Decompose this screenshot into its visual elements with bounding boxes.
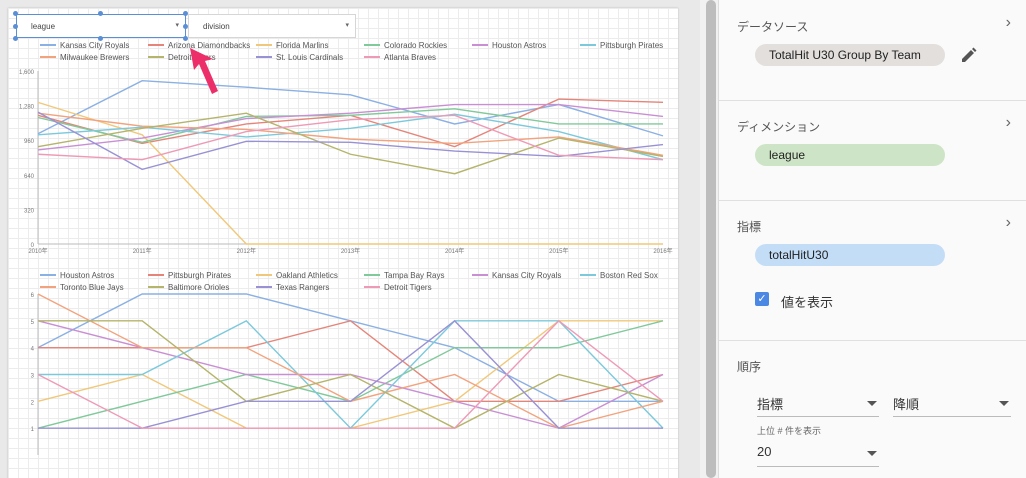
- dimension-title: ディメンション: [737, 120, 821, 134]
- metric-section: 指標 › totalHitU30 ✓ 値を表示: [719, 200, 1026, 341]
- dropdown-arrow-icon: ▾: [345, 22, 349, 29]
- legend-label: Atlanta Braves: [384, 53, 436, 62]
- legend-label: Tampa Bay Rays: [384, 271, 444, 280]
- y-tick-label: 2: [31, 400, 35, 406]
- dimension-section: ディメンション › league: [719, 100, 1026, 201]
- dropdown-arrow-icon: ▾: [175, 22, 179, 29]
- data-source-title: データソース: [737, 20, 809, 34]
- properties-panel: データソース › TotalHit U30 Group By Team ディメン…: [718, 0, 1026, 478]
- legend-label: Pittsburgh Pirates: [168, 271, 231, 280]
- metric-chip[interactable]: totalHitU30: [755, 244, 945, 266]
- legend-label: Colorado Rockies: [384, 41, 447, 50]
- order-section: 順序 指標 降順 上位 # 件を表示 20: [719, 340, 1026, 478]
- x-tick-label: 2013年: [341, 247, 360, 255]
- legend-label: Texas Rangers: [276, 283, 329, 292]
- series-line: [37, 108, 663, 144]
- y-tick-label: 6: [31, 293, 35, 299]
- edit-pencil-icon[interactable]: [959, 45, 979, 65]
- sort-field-value: 指標: [757, 397, 784, 412]
- legend-label: Oakland Athletics: [276, 271, 338, 280]
- chevron-right-icon[interactable]: ›: [1006, 114, 1011, 132]
- y-tick-label: 4: [31, 347, 35, 353]
- y-tick-label: 1: [31, 427, 35, 433]
- x-tick-label: 2012年: [237, 247, 256, 255]
- show-values-checkbox[interactable]: ✓: [755, 292, 769, 306]
- line-chart-bottom[interactable]: Houston Astros Pittsburgh Pirates Oakland …: [8, 260, 678, 478]
- legend-label: Milwaukee Brewers: [60, 53, 129, 62]
- top-n-value: 20: [757, 444, 772, 459]
- x-tick-label: 2010年: [28, 247, 47, 255]
- sort-direction-dropdown[interactable]: 降順: [893, 394, 1011, 417]
- y-tick-label: 1,280: [19, 105, 35, 111]
- chevron-right-icon[interactable]: ›: [1006, 214, 1011, 232]
- legend-label: Pittsburgh Pirates: [600, 41, 663, 50]
- sort-field-dropdown[interactable]: 指標: [757, 394, 879, 417]
- y-tick-label: 320: [24, 208, 35, 214]
- legend-label: Florida Marlins: [276, 41, 328, 50]
- chevron-right-icon[interactable]: ›: [1006, 14, 1011, 32]
- pointer-arrow-icon: [190, 48, 218, 94]
- line-chart-top[interactable]: Kansas City Royals Arizona Diamondbacks Fl…: [8, 38, 678, 260]
- league-filter-control[interactable]: league ▾: [16, 14, 186, 38]
- top-n-dropdown[interactable]: 20: [757, 444, 879, 467]
- dropdown-arrow-icon: [867, 401, 877, 406]
- y-tick-label: 640: [24, 174, 35, 180]
- dimension-chip[interactable]: league: [755, 144, 945, 166]
- resize-handle[interactable]: [13, 24, 18, 29]
- division-filter-label: division: [203, 22, 230, 31]
- legend-label: Kansas City Royals: [60, 41, 129, 50]
- scrollbar-thumb[interactable]: [706, 0, 716, 478]
- y-tick-label: 5: [31, 320, 35, 326]
- resize-handle[interactable]: [98, 11, 103, 16]
- x-tick-label: 2016年: [653, 247, 672, 255]
- resize-handle[interactable]: [13, 11, 18, 16]
- metric-title: 指標: [737, 220, 762, 234]
- legend-label: Houston Astros: [492, 41, 546, 50]
- series-line: [37, 113, 664, 161]
- series-line: [38, 320, 664, 403]
- x-tick-label: 2015年: [549, 247, 568, 255]
- division-filter-control[interactable]: division ▾: [188, 14, 356, 38]
- x-tick-label: 2014年: [445, 247, 464, 255]
- sort-direction-value: 降順: [893, 397, 920, 412]
- legend-label: Boston Red Sox: [600, 271, 658, 280]
- order-title: 順序: [737, 360, 762, 374]
- legend-label: Houston Astros: [60, 271, 114, 280]
- series-line: [37, 112, 664, 175]
- data-source-chip[interactable]: TotalHit U30 Group By Team: [755, 44, 945, 66]
- legend-label: Baltimore Orioles: [168, 283, 229, 292]
- show-values-label: 値を表示: [781, 295, 834, 310]
- series-line: [37, 114, 664, 161]
- legend-label: Kansas City Royals: [492, 271, 561, 280]
- report-canvas: league ▾ division ▾ Kansas City Royals Ar…: [0, 0, 706, 478]
- legend-label: Toronto Blue Jays: [60, 283, 124, 292]
- report-page: league ▾ division ▾ Kansas City Royals Ar…: [8, 8, 678, 478]
- legend-label: St. Louis Cardinals: [276, 53, 343, 62]
- y-tick-label: 960: [24, 139, 35, 145]
- legend-label: Detroit Tigers: [384, 283, 432, 292]
- top-n-label: 上位 # 件を表示: [757, 426, 822, 436]
- dropdown-arrow-icon: [999, 401, 1009, 406]
- y-tick-label: 1,600: [19, 70, 35, 76]
- series-line: [37, 103, 664, 151]
- x-tick-label: 2011年: [133, 247, 152, 255]
- dropdown-arrow-icon: [867, 451, 877, 456]
- series-line: [37, 293, 664, 429]
- data-source-section: データソース › TotalHit U30 Group By Team: [719, 0, 1026, 101]
- league-filter-label: league: [31, 22, 56, 31]
- y-tick-label: 3: [31, 374, 35, 380]
